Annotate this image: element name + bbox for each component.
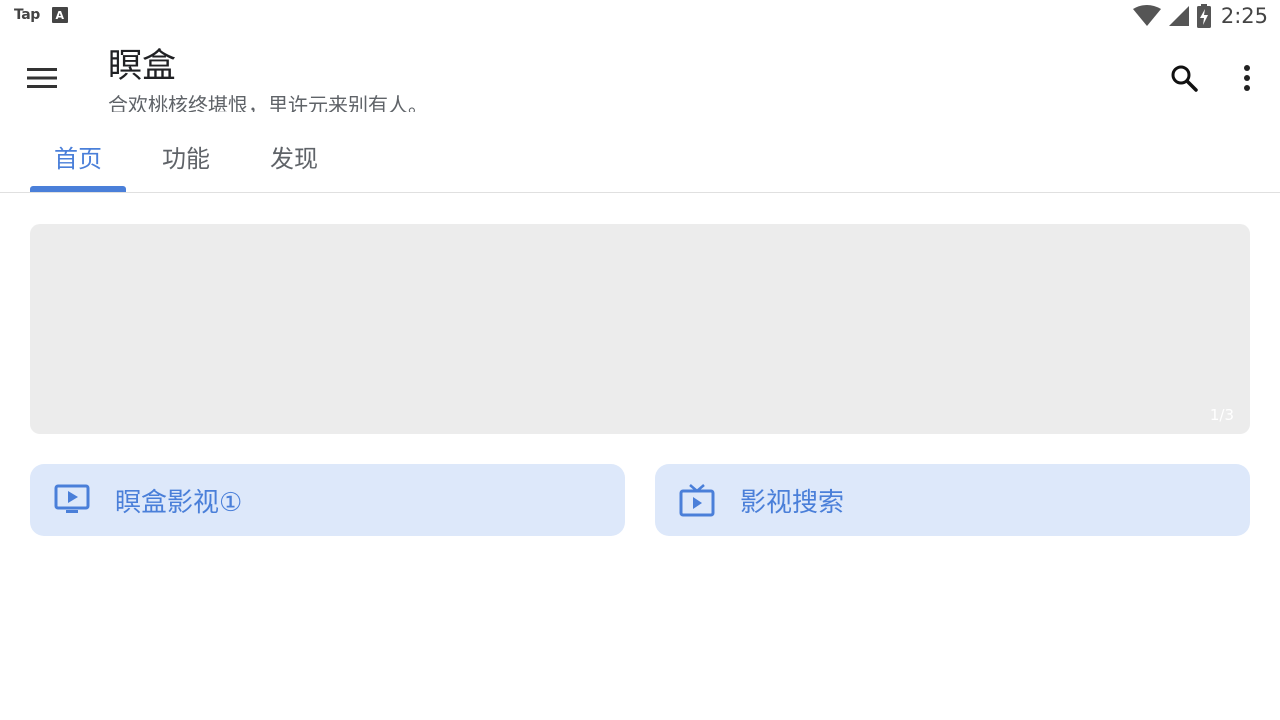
status-time: 2:25: [1220, 4, 1268, 28]
wifi-icon: [1132, 5, 1161, 26]
cell-signal-icon: [1168, 6, 1189, 26]
status-right: 2:25: [1132, 4, 1268, 28]
more-vert-icon: [1244, 65, 1250, 91]
app-subtitle-container: 合欢桃核终堪恨，里许元来别有人。: [108, 90, 908, 112]
status-app-label: Tap: [14, 7, 40, 23]
quick-action-label: 影视搜索: [740, 487, 845, 518]
quick-action-minghe-video[interactable]: 瞑盒影视①: [30, 464, 625, 536]
tab-indicator: [30, 186, 126, 192]
search-button[interactable]: [1160, 54, 1208, 102]
menu-icon: [27, 68, 57, 88]
app-title: 瞑盒: [108, 46, 176, 86]
keyboard-badge-icon: A: [51, 7, 68, 23]
banner-carousel[interactable]: 1/3: [30, 224, 1250, 434]
monitor-play-icon: [53, 481, 91, 519]
tab-home[interactable]: 首页: [30, 120, 126, 192]
tab-features[interactable]: 功能: [138, 120, 234, 192]
status-left: Tap A: [14, 7, 68, 23]
tab-discover[interactable]: 发现: [246, 120, 342, 192]
more-options-button[interactable]: [1224, 54, 1270, 102]
app-bar: 瞑盒 合欢桃核终堪恨，里许元来别有人。: [0, 34, 1280, 120]
search-icon: [1171, 65, 1198, 92]
quick-action-video-search[interactable]: 影视搜索: [655, 464, 1250, 536]
quick-action-label: 瞑盒影视①: [115, 487, 243, 518]
battery-charging-icon: [1196, 4, 1211, 28]
banner-page-counter: 1/3: [1209, 406, 1234, 424]
tab-bar: 首页 功能 发现: [0, 120, 1280, 193]
tv-play-icon: [678, 481, 716, 519]
status-bar: Tap A 2:25: [0, 0, 1280, 34]
menu-button[interactable]: [18, 56, 66, 100]
app-subtitle: 合欢桃核终堪恨，里许元来别有人。: [108, 93, 428, 112]
